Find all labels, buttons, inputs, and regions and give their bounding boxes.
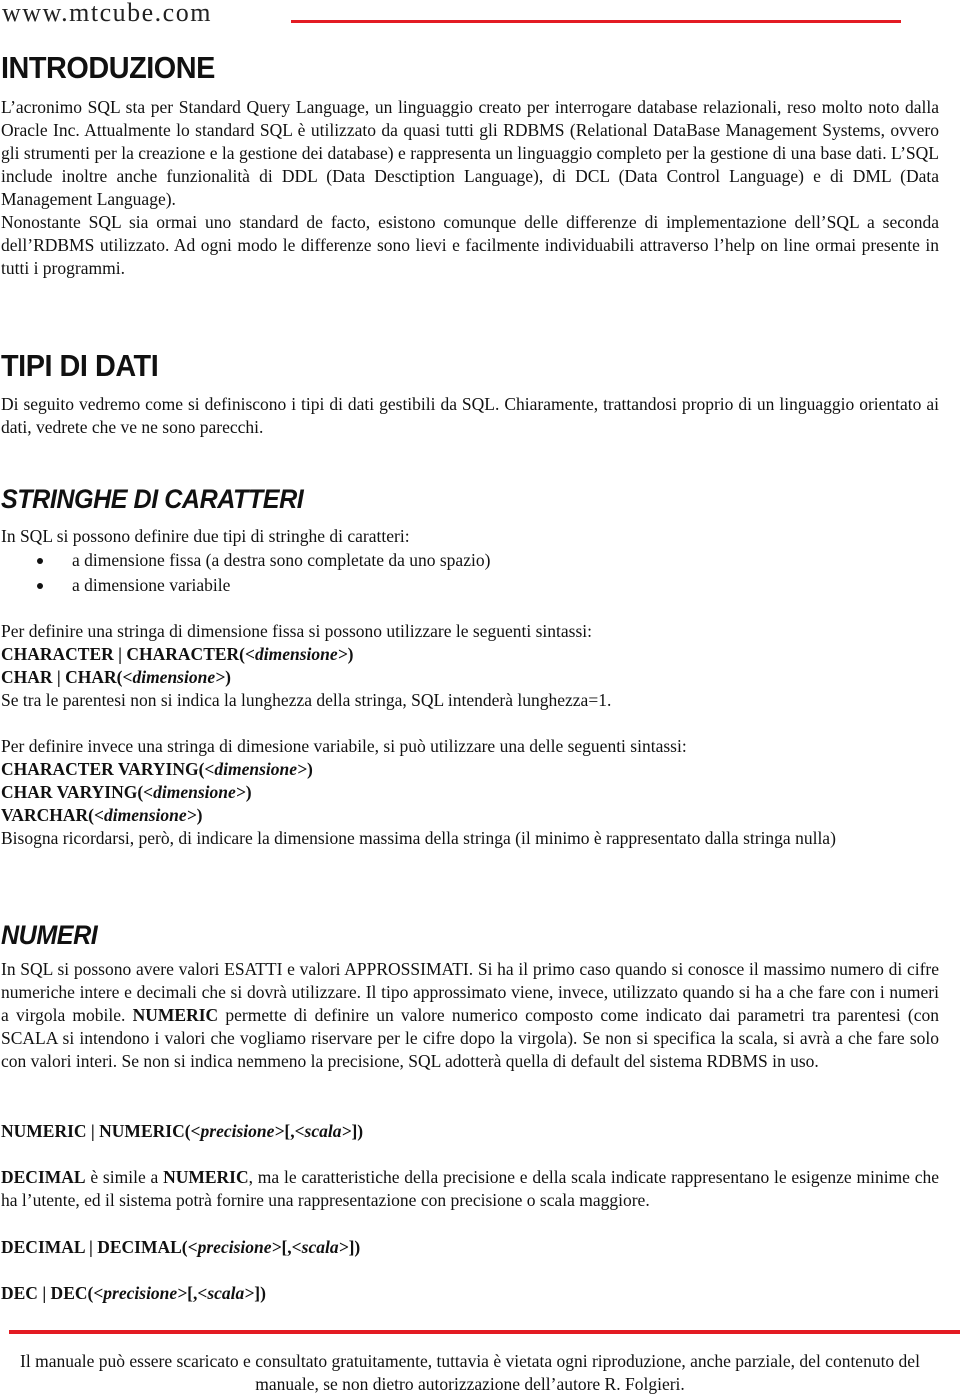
variable-note: Bisogna ricordarsi, però, di indicare la… — [1, 828, 836, 848]
syntax-dec: DEC | DEC(<precisione>[,<scala>]) — [1, 1283, 266, 1303]
footer-divider — [9, 1330, 960, 1334]
heading-tipi-di-dati: TIPI DI DATI — [1, 348, 159, 383]
syntax-char: CHAR | CHAR(<dimensione>) — [1, 667, 231, 687]
intro-paragraph-2: Nonostante SQL sia ormai uno standard de… — [1, 212, 939, 279]
intro-paragraph-1: L’acronimo SQL sta per Standard Query La… — [1, 97, 939, 210]
syntax-varchar: VARCHAR(<dimensione>) — [1, 805, 203, 825]
syntax-character: CHARACTER | CHARACTER(<dimensione>) — [1, 644, 354, 664]
numeri-paragraph: In SQL si possono avere valori ESATTI e … — [1, 959, 940, 1072]
bullet-icon — [37, 583, 43, 589]
tipi-paragraph: Di seguito vedremo come si definiscono i… — [1, 394, 939, 438]
site-name: www.mtcube.com — [2, 0, 212, 27]
syntax-char-varying: CHAR VARYING(<dimensione>) — [1, 782, 252, 802]
heading-numeri: NUMERI — [1, 920, 98, 950]
stringhe-intro: In SQL si possono definire due tipi di s… — [1, 526, 410, 546]
list-item: a dimensione variabile — [0, 573, 490, 598]
footer-copyright: Il manuale può essere scaricato e consul… — [20, 1351, 920, 1394]
decimal-paragraph: DECIMAL è simile a NUMERIC, ma le caratt… — [1, 1167, 940, 1211]
heading-stringhe: STRINGHE DI CARATTERI — [1, 484, 304, 514]
heading-introduzione: INTRODUZIONE — [1, 50, 215, 85]
fixed-note: Se tra le parentesi non si indica la lun… — [1, 690, 612, 710]
syntax-character-varying: CHARACTER VARYING(<dimensione>) — [1, 759, 313, 779]
fixed-intro: Per definire una stringa di dimensione f… — [1, 621, 592, 641]
string-types-list: a dimensione fissa (a destra sono comple… — [0, 548, 490, 598]
header-divider — [291, 20, 901, 23]
variable-intro: Per definire invece una stringa di dimes… — [1, 736, 687, 756]
syntax-numeric: NUMERIC | NUMERIC(<precisione>[,<scala>]… — [1, 1121, 364, 1141]
list-item: a dimensione fissa (a destra sono comple… — [0, 548, 490, 573]
bullet-icon — [37, 558, 43, 564]
document-page: www.mtcube.com INTRODUZIONE L’acronimo S… — [0, 0, 960, 1395]
syntax-decimal: DECIMAL | DECIMAL(<precisione>[,<scala>]… — [1, 1237, 361, 1257]
